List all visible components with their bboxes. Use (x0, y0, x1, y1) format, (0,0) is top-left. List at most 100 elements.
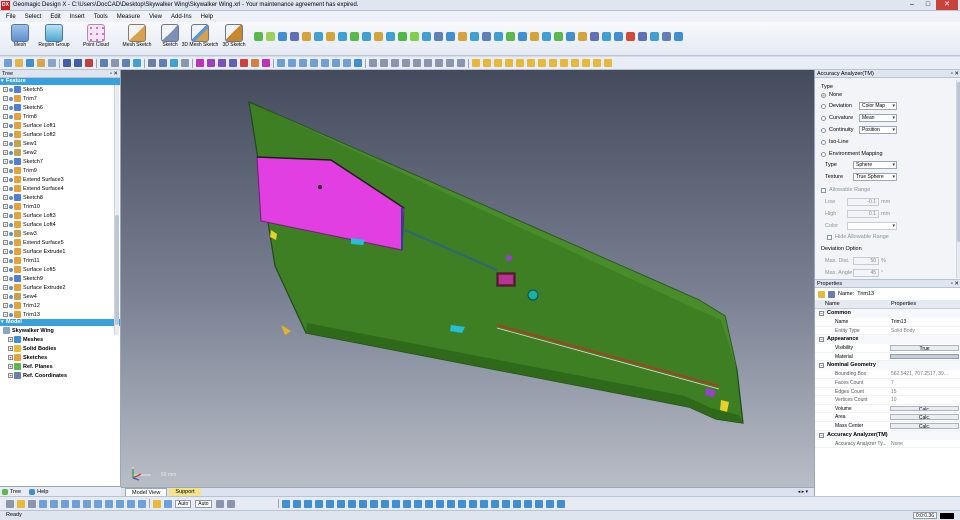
deviation-select[interactable]: Color Map (859, 102, 897, 110)
shell-icon[interactable] (314, 32, 323, 41)
visibility-icon[interactable] (9, 222, 13, 227)
minimize-button[interactable]: – (904, 0, 920, 10)
properties-close-icon[interactable]: ▫ ✕ (951, 280, 959, 288)
expand-icon[interactable]: + (3, 141, 8, 146)
view-front-icon[interactable] (277, 59, 285, 67)
expand-icon[interactable]: + (8, 337, 13, 342)
view-shortcut-5-icon[interactable] (325, 499, 334, 508)
model-item[interactable]: + Ref. Planes (0, 362, 120, 371)
options-icon[interactable] (226, 499, 235, 508)
thicken-icon[interactable] (590, 32, 599, 41)
paint-select-icon[interactable] (94, 499, 102, 508)
expand-icon[interactable]: + (3, 132, 8, 137)
expand-icon[interactable]: + (3, 213, 8, 218)
lasso-icon[interactable] (122, 59, 130, 67)
feature-item[interactable]: + Extend Surface3 (0, 175, 120, 184)
hide-allowable-range-checkbox[interactable]: Hide Allowable Range (827, 234, 889, 240)
view-shortcut-8-icon[interactable] (358, 499, 367, 508)
max-angle-input[interactable]: 45 (853, 269, 879, 277)
visibility-icon[interactable] (9, 249, 13, 254)
visible-only-icon[interactable] (153, 499, 161, 508)
max-dist-input[interactable]: 50 (853, 257, 879, 265)
brush-icon[interactable] (133, 59, 141, 67)
collapse-icon[interactable]: − (819, 363, 824, 369)
extend-icon[interactable] (434, 32, 443, 41)
feature-item[interactable]: + Sketch5 (0, 85, 120, 94)
feature-item[interactable]: + Sew1 (0, 139, 120, 148)
curvature-select[interactable]: Mean (859, 114, 897, 122)
model-item[interactable]: + Sketches (0, 353, 120, 362)
feature-item[interactable]: + Trim7 (0, 94, 120, 103)
save-icon[interactable] (26, 59, 34, 67)
loft-icon[interactable] (290, 32, 299, 41)
feature-item[interactable]: + Surface Loft3 (0, 211, 120, 220)
expand-icon[interactable]: + (8, 364, 13, 369)
open-icon[interactable] (15, 59, 23, 67)
menu-file[interactable]: File (6, 14, 16, 20)
model-root[interactable]: Skywalker Wing (0, 326, 120, 335)
chamfer-icon[interactable] (338, 32, 347, 41)
select-point-icon[interactable] (240, 59, 248, 67)
display-all-icon[interactable] (582, 59, 590, 67)
expand-icon[interactable]: + (3, 276, 8, 281)
expand-icon[interactable]: + (3, 294, 8, 299)
view-shortcut-22-icon[interactable] (512, 499, 521, 508)
menu-measure[interactable]: Measure (117, 14, 140, 20)
feature-item[interactable]: + Surface Extrude1 (0, 247, 120, 256)
select-vertex-icon[interactable] (218, 59, 226, 67)
model-header[interactable]: ▾ Model (0, 319, 120, 326)
view-shortcut-7-icon[interactable] (347, 499, 356, 508)
menu-help[interactable]: Help (201, 14, 213, 20)
view-back-icon[interactable] (288, 59, 296, 67)
feature-header[interactable]: ▾ Feature (0, 78, 120, 85)
view-shortcut-3-icon[interactable] (303, 499, 312, 508)
revolve-icon[interactable] (266, 32, 275, 41)
env-type-select[interactable]: Sphere (853, 161, 897, 169)
visibility-icon[interactable] (9, 87, 13, 92)
expand-icon[interactable]: + (3, 114, 8, 119)
sort-icon[interactable] (828, 290, 835, 298)
replace-face-icon[interactable] (554, 32, 563, 41)
select-body-icon[interactable] (229, 59, 237, 67)
select-feature-icon[interactable] (262, 59, 270, 67)
low-input[interactable]: -0.1 (847, 198, 879, 206)
tab-nav-arrows[interactable]: ◂ ▸ ▾ (798, 489, 808, 495)
cut-icon[interactable] (602, 32, 611, 41)
display-none-icon[interactable] (593, 59, 601, 67)
fit-view-icon[interactable] (159, 59, 167, 67)
rotate-icon[interactable] (181, 59, 189, 67)
tree-scrollbar[interactable] (114, 85, 119, 335)
ribbon-point-cloud-button[interactable]: Point Cloud (76, 24, 116, 49)
mirror-icon[interactable] (446, 32, 455, 41)
expand-icon[interactable]: + (3, 195, 8, 200)
feature-item[interactable]: + Trim12 (0, 301, 120, 310)
expand-icon[interactable]: + (3, 258, 8, 263)
visibility-icon[interactable] (9, 150, 13, 155)
render-deviation-icon[interactable] (457, 59, 465, 67)
menu-tools[interactable]: Tools (94, 14, 108, 20)
target-icon[interactable] (650, 32, 659, 41)
expand-icon[interactable]: + (3, 222, 8, 227)
tab-model-view[interactable]: Model View (125, 488, 168, 496)
surface-sweep-icon[interactable] (386, 32, 395, 41)
expand-icon[interactable]: + (3, 159, 8, 164)
zoom-icon[interactable] (148, 59, 156, 67)
feature-item[interactable]: + Trim13 (0, 310, 120, 319)
render-wire-icon[interactable] (369, 59, 377, 67)
view-shortcut-21-icon[interactable] (501, 499, 510, 508)
expand-icon[interactable]: + (8, 346, 13, 351)
extrude-icon[interactable] (254, 32, 263, 41)
rect-select-icon[interactable] (61, 499, 69, 508)
feature-item[interactable]: + Sew3 (0, 229, 120, 238)
sweep-icon[interactable] (278, 32, 287, 41)
view-shortcut-11-icon[interactable] (391, 499, 400, 508)
continuity-select[interactable]: Position (859, 126, 897, 134)
visibility-icon[interactable] (9, 267, 13, 272)
visibility-icon[interactable] (9, 213, 13, 218)
view-bottom-icon[interactable] (332, 59, 340, 67)
export-icon[interactable] (48, 59, 56, 67)
radio-continuity[interactable]: Continuity (821, 127, 853, 133)
expand-icon[interactable]: + (3, 303, 8, 308)
collapse-icon[interactable]: − (819, 432, 824, 438)
feature-item[interactable]: + Surface Loft4 (0, 220, 120, 229)
